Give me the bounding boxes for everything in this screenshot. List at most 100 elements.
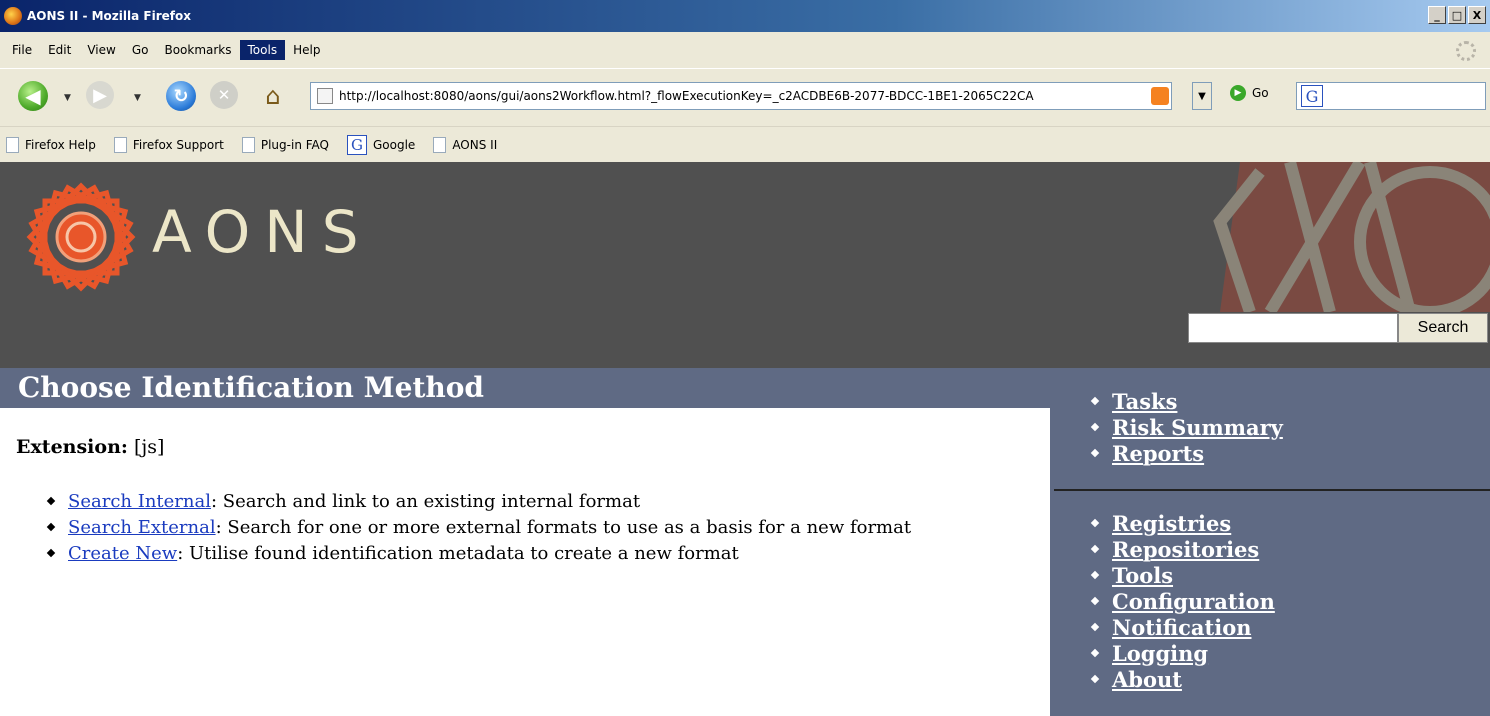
bookmark-label: Google: [372, 137, 416, 152]
identification-options-list: Search Internal : Search and link to an …: [46, 488, 911, 566]
sidebar-item-registries: Registries: [1090, 510, 1275, 536]
repositories-link[interactable]: Repositories: [1112, 537, 1259, 562]
bookmarks-toolbar: Firefox Help Firefox Support Plug-in FAQ…: [0, 126, 1490, 162]
bookmark-firefox-support[interactable]: Firefox Support: [113, 136, 224, 153]
page-icon: [113, 136, 127, 153]
firefox-icon: [4, 7, 22, 25]
bullet-icon: [1090, 448, 1100, 458]
extension-value: [js]: [133, 436, 165, 458]
menu-view[interactable]: View: [79, 40, 123, 60]
option-search-internal: Search Internal : Search and link to an …: [46, 488, 911, 514]
sidebar-item-logging: Logging: [1090, 640, 1275, 666]
bullet-icon: [46, 522, 56, 532]
bullet-icon: [1090, 674, 1100, 684]
search-internal-link[interactable]: Search Internal: [68, 491, 211, 512]
extension-label: Extension:: [16, 436, 128, 458]
sidebar-item-about: About: [1090, 666, 1275, 692]
sidebar-divider: [1054, 489, 1490, 491]
create-new-link[interactable]: Create New: [68, 543, 177, 564]
sidebar-item-configuration: Configuration: [1090, 588, 1275, 614]
page-title: Choose Identification Method: [18, 371, 484, 404]
window-title: AONS II - Mozilla Firefox: [27, 9, 191, 23]
bullet-icon: [46, 548, 56, 558]
sidebar-item-reports: Reports: [1090, 440, 1283, 466]
go-arrow-icon: ▶: [1230, 85, 1246, 101]
option-search-external: Search External : Search for one or more…: [46, 514, 911, 540]
option-description: : Search and link to an existing interna…: [211, 490, 641, 512]
page-icon: [433, 136, 447, 153]
menu-edit[interactable]: Edit: [40, 40, 79, 60]
bullet-icon: [1090, 518, 1100, 528]
bullet-icon: [1090, 544, 1100, 554]
browser-search-box[interactable]: G: [1296, 82, 1486, 110]
sidebar-item-tasks: Tasks: [1090, 388, 1283, 414]
bullet-icon: [1090, 570, 1100, 580]
back-history-dropdown-icon[interactable]: ▼: [64, 93, 71, 103]
home-icon[interactable]: ⌂: [258, 81, 288, 111]
sidebar-item-repositories: Repositories: [1090, 536, 1275, 562]
sidebar-navigation: Tasks Risk Summary Reports Registries Re…: [1050, 368, 1490, 716]
bookmark-google[interactable]: G Google: [346, 134, 416, 155]
bookmark-firefox-help[interactable]: Firefox Help: [6, 136, 96, 153]
go-label: Go: [1252, 86, 1269, 100]
sidebar-item-tools: Tools: [1090, 562, 1275, 588]
url-bar[interactable]: http://localhost:8080/aons/gui/aons2Work…: [310, 82, 1172, 110]
window-title-bar: AONS II - Mozilla Firefox _ □ X: [0, 0, 1490, 32]
page-icon: [6, 136, 19, 153]
page-title-band: Choose Identification Method: [0, 368, 1050, 408]
option-create-new: Create New : Utilise found identificatio…: [46, 540, 911, 566]
forward-history-dropdown-icon[interactable]: ▼: [134, 93, 141, 103]
site-favicon-icon: [317, 88, 333, 104]
close-button[interactable]: X: [1468, 6, 1486, 24]
sidebar-item-risk-summary: Risk Summary: [1090, 414, 1283, 440]
risk-summary-link[interactable]: Risk Summary: [1112, 415, 1283, 440]
extension-line: Extension: [js]: [16, 436, 164, 458]
stop-icon[interactable]: ✕: [210, 81, 238, 109]
site-logo-text[interactable]: AONS: [152, 198, 373, 266]
site-search-input[interactable]: [1188, 313, 1398, 343]
menu-tools[interactable]: Tools: [239, 40, 286, 60]
bullet-icon: [1090, 422, 1100, 432]
sidebar-group-secondary: Registries Repositories Tools Configurat…: [1090, 510, 1275, 692]
bookmark-aons-ii[interactable]: AONS II: [433, 136, 497, 153]
about-link[interactable]: About: [1112, 667, 1182, 692]
reports-link[interactable]: Reports: [1112, 441, 1204, 466]
maximize-button[interactable]: □: [1448, 6, 1466, 24]
go-button[interactable]: ▶ Go: [1230, 85, 1269, 101]
bullet-icon: [1090, 648, 1100, 658]
menu-go[interactable]: Go: [124, 40, 157, 60]
sidebar-item-notification: Notification: [1090, 614, 1275, 640]
forward-arrow-icon[interactable]: ▶: [86, 81, 114, 109]
menu-bar: File Edit View Go Bookmarks Tools Help: [0, 32, 1490, 68]
minimize-button[interactable]: _: [1428, 6, 1446, 24]
menu-file[interactable]: File: [4, 40, 40, 60]
bookmark-label: Firefox Support: [132, 137, 224, 152]
aons-logo-icon[interactable]: [26, 182, 136, 292]
google-search-engine-icon[interactable]: G: [1301, 85, 1323, 107]
url-dropdown-icon[interactable]: ▼: [1192, 82, 1212, 110]
page-icon: [241, 136, 255, 153]
site-header: AONS Search: [0, 162, 1490, 368]
menu-help[interactable]: Help: [285, 40, 328, 60]
bullet-icon: [1090, 596, 1100, 606]
logging-link[interactable]: Logging: [1112, 641, 1208, 666]
tasks-link[interactable]: Tasks: [1112, 389, 1177, 414]
header-decoration-graphic: [1213, 162, 1490, 312]
search-external-link[interactable]: Search External: [68, 517, 216, 538]
site-search-button[interactable]: Search: [1398, 313, 1488, 343]
notification-link[interactable]: Notification: [1112, 615, 1252, 640]
bullet-icon: [1090, 622, 1100, 632]
option-description: : Utilise found identification metadata …: [177, 542, 739, 564]
tools-link[interactable]: Tools: [1112, 563, 1173, 588]
menu-bookmarks[interactable]: Bookmarks: [156, 40, 239, 60]
bookmark-plugin-faq[interactable]: Plug-in FAQ: [241, 136, 329, 153]
registries-link[interactable]: Registries: [1112, 511, 1231, 536]
bullet-icon: [46, 496, 56, 506]
configuration-link[interactable]: Configuration: [1112, 589, 1275, 614]
rss-feed-icon[interactable]: [1151, 87, 1169, 105]
reload-icon[interactable]: ↻: [166, 81, 196, 111]
back-arrow-icon[interactable]: ◀: [18, 81, 48, 111]
url-text: http://localhost:8080/aons/gui/aons2Work…: [339, 89, 1034, 103]
bullet-icon: [1090, 396, 1100, 406]
sidebar-group-primary: Tasks Risk Summary Reports: [1090, 388, 1283, 466]
